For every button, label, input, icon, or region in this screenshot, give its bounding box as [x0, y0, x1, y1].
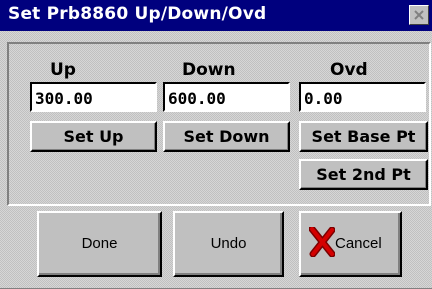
- set-2nd-pt-button[interactable]: Set 2nd Pt: [299, 159, 428, 190]
- up-label: Up: [50, 60, 76, 80]
- down-field[interactable]: 600.00: [163, 82, 290, 112]
- ovd-field[interactable]: 0.00: [299, 82, 426, 112]
- down-label: Down: [182, 60, 236, 80]
- undo-button[interactable]: Undo: [173, 211, 284, 277]
- close-button[interactable]: [409, 5, 429, 25]
- set-down-button[interactable]: Set Down: [163, 121, 290, 152]
- ovd-label: Ovd: [330, 60, 368, 80]
- close-icon: [414, 10, 424, 20]
- up-field[interactable]: 300.00: [30, 82, 157, 112]
- window-title: Set Prb8860 Up/Down/Ovd: [8, 4, 267, 24]
- red-x-icon: [309, 227, 335, 257]
- cancel-button[interactable]: Cancel: [299, 211, 402, 277]
- done-button[interactable]: Done: [37, 211, 162, 277]
- set-base-pt-button[interactable]: Set Base Pt: [299, 121, 428, 152]
- set-up-button[interactable]: Set Up: [30, 121, 157, 152]
- cancel-label: Cancel: [335, 235, 382, 252]
- title-bar: Set Prb8860 Up/Down/Ovd: [0, 0, 432, 31]
